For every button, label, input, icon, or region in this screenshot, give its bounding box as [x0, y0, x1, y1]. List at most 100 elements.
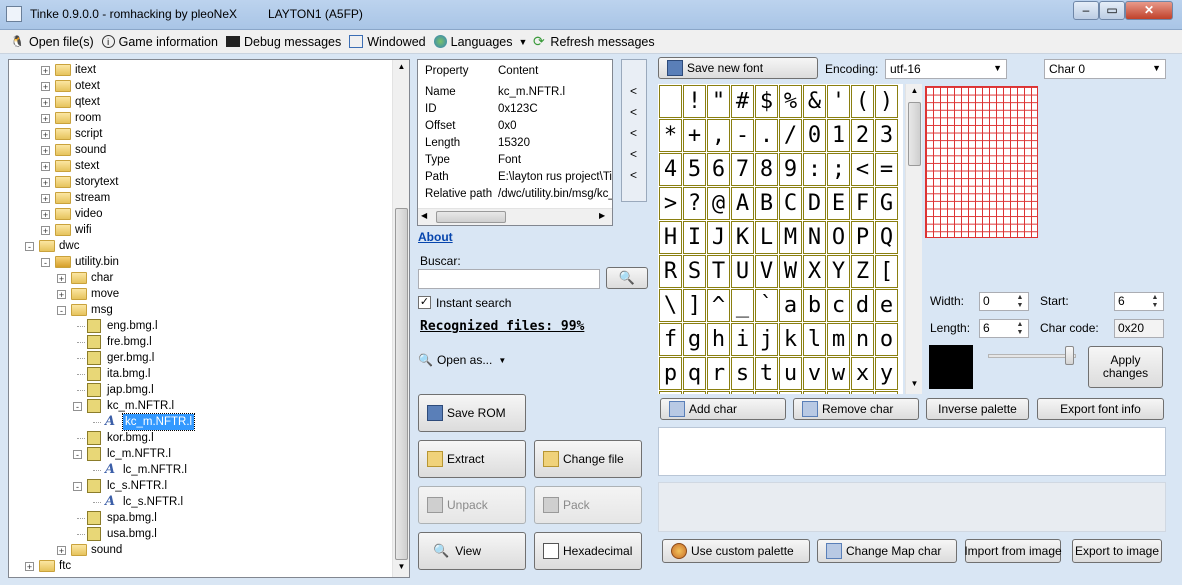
tree-item[interactable]: - utility.bin: [9, 254, 389, 270]
export-font-info-button[interactable]: Export font info: [1037, 398, 1164, 420]
glyph-cell[interactable]: 2: [851, 119, 874, 152]
length-input[interactable]: 6 ▲ ▼: [979, 319, 1029, 338]
glyph-cell[interactable]: ,: [707, 119, 730, 152]
tree-item[interactable]: Alc_m.NFTR.l: [9, 462, 389, 478]
glyph-cell[interactable]: 1: [827, 119, 850, 152]
tree-item[interactable]: + char: [9, 270, 389, 286]
glyph-cell[interactable]: s: [731, 357, 754, 390]
remove-char-button[interactable]: Remove char: [793, 398, 919, 420]
glyph-cell[interactable]: a: [779, 289, 802, 322]
glyph-cell[interactable]: B: [755, 187, 778, 220]
glyph-cell[interactable]: Y: [827, 255, 850, 288]
maximize-button[interactable]: ▭: [1099, 1, 1125, 20]
encoding-select[interactable]: utf-16 ▼: [885, 59, 1007, 79]
tree-item[interactable]: - msg: [9, 302, 389, 318]
save-rom-button[interactable]: Save ROM: [418, 394, 526, 432]
property-row[interactable]: Relative path/dwc/utility.bin/msg/kc_: [425, 188, 612, 200]
glyph-cell[interactable]: >: [659, 187, 682, 220]
glyph-cell[interactable]: +: [683, 119, 706, 152]
tree-item[interactable]: jap.bmg.l: [9, 382, 389, 398]
glyph-cell[interactable]: j: [755, 323, 778, 356]
glyph-cell[interactable]: !: [683, 85, 706, 118]
open-as-button[interactable]: 🔍 Open as... ▼: [418, 350, 508, 370]
tree-item[interactable]: + otext: [9, 78, 389, 94]
glyph-cell[interactable]: D: [803, 187, 826, 220]
glyph-cell[interactable]: ¢: [803, 391, 826, 394]
glyph-cell[interactable]: u: [779, 357, 802, 390]
tree-item[interactable]: + script: [9, 126, 389, 142]
glyph-cell[interactable]: P: [851, 221, 874, 254]
glyph-cell[interactable]: I: [683, 221, 706, 254]
tree-item[interactable]: + video: [9, 206, 389, 222]
expand-icon[interactable]: +: [41, 210, 50, 220]
glyph-cell[interactable]: M: [779, 221, 802, 254]
glyph-cell[interactable]: m: [827, 323, 850, 356]
glyph-cell[interactable]: 7: [731, 153, 754, 186]
property-row[interactable]: ID 0x123C: [425, 103, 538, 115]
expand-icon[interactable]: +: [57, 290, 66, 300]
spin-down-icon[interactable]: ▼: [1149, 302, 1161, 310]
scroll-up-icon[interactable]: ▲: [907, 86, 922, 95]
tree-item[interactable]: - lc_s.NFTR.l: [9, 478, 389, 494]
close-button[interactable]: ✕: [1125, 1, 1173, 20]
scroll-left-icon[interactable]: ◀: [421, 211, 427, 220]
glyph-cell[interactable]: H: [659, 221, 682, 254]
glyph-cell[interactable]: 0: [803, 119, 826, 152]
tree-item[interactable]: + room: [9, 110, 389, 126]
pack-button[interactable]: Pack: [534, 486, 642, 524]
glyph-cell[interactable]: (: [851, 85, 874, 118]
tree-item[interactable]: + stext: [9, 158, 389, 174]
tree-item[interactable]: + storytext: [9, 174, 389, 190]
add-char-button[interactable]: Add char: [660, 398, 786, 420]
text-preview-area[interactable]: [658, 427, 1166, 476]
glyph-cell[interactable]: ": [707, 85, 730, 118]
glyph-cell[interactable]: :: [803, 153, 826, 186]
glyph-cell[interactable]: =: [875, 153, 898, 186]
glyph-cell[interactable]: `: [755, 289, 778, 322]
search-input[interactable]: [418, 269, 600, 289]
glyph-cell[interactable]: T: [707, 255, 730, 288]
glyph-cell[interactable]: J: [707, 221, 730, 254]
glyph-cell[interactable]: @: [707, 187, 730, 220]
glyph-cell[interactable]: e: [875, 289, 898, 322]
search-button[interactable]: 🔍: [606, 267, 648, 289]
glyph-cell[interactable]: {: [683, 391, 706, 394]
glyph-cell[interactable]: ': [827, 85, 850, 118]
glyph-cell[interactable]: d: [851, 289, 874, 322]
glyph-cell[interactable]: r: [707, 357, 730, 390]
glyph-cell[interactable]: E: [827, 187, 850, 220]
apply-changes-button[interactable]: Apply changes: [1088, 346, 1163, 388]
inverse-palette-button[interactable]: Inverse palette: [926, 398, 1029, 420]
tree-item[interactable]: ita.bmg.l: [9, 366, 389, 382]
nav-back-arrow[interactable]: <: [630, 147, 637, 161]
glyph-cell[interactable]: U: [731, 255, 754, 288]
glyph-cell[interactable]: <: [851, 153, 874, 186]
use-custom-palette-button[interactable]: Use custom palette: [662, 539, 810, 563]
expand-icon[interactable]: +: [57, 546, 66, 556]
glyph-cell[interactable]: *: [659, 119, 682, 152]
expand-icon[interactable]: +: [41, 162, 50, 172]
property-row[interactable]: Name kc_m.NFTR.l: [425, 86, 565, 98]
spin-up-icon[interactable]: ▲: [1014, 321, 1026, 329]
scroll-right-icon[interactable]: ▶: [599, 211, 605, 220]
glyph-cell[interactable]: v: [803, 357, 826, 390]
glyph-cell[interactable]: 9: [779, 153, 802, 186]
glyph-cell[interactable]: ¡: [779, 391, 802, 394]
expand-icon[interactable]: +: [41, 226, 50, 236]
windowed-button[interactable]: Windowed: [349, 35, 426, 49]
glyph-cell[interactable]: i: [731, 323, 754, 356]
nav-back-arrow[interactable]: <: [630, 126, 637, 140]
expand-icon[interactable]: +: [41, 82, 50, 92]
expand-icon[interactable]: +: [41, 98, 50, 108]
glyph-cell[interactable]: ]: [683, 289, 706, 322]
scroll-up-icon[interactable]: ▲: [394, 62, 409, 76]
file-tree[interactable]: + itext + otext + qtext + room + script + sound + ste…: [8, 59, 410, 578]
property-row[interactable]: Length 15320: [425, 137, 530, 149]
glyph-cell[interactable]: /: [779, 119, 802, 152]
open-files-button[interactable]: 🐧 Open file(s): [10, 34, 94, 49]
tree-item[interactable]: Alc_s.NFTR.l: [9, 494, 389, 510]
property-row[interactable]: Offset 0x0: [425, 120, 517, 132]
expand-icon[interactable]: +: [41, 130, 50, 140]
scroll-down-icon[interactable]: ▼: [907, 379, 922, 388]
glyph-cell[interactable]: p: [659, 357, 682, 390]
